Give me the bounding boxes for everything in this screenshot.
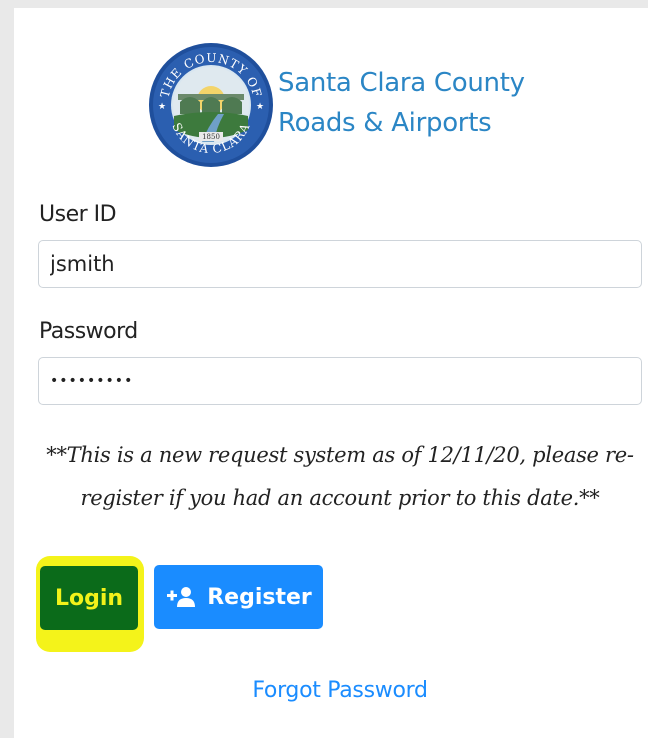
svg-text:★: ★: [256, 101, 264, 111]
brand-line-1: Santa Clara County: [278, 68, 525, 98]
svg-text:★: ★: [158, 101, 166, 111]
brand-title: Santa Clara County Roads & Airports: [278, 63, 525, 143]
notice-line-1: **This is a new request system as of 12/…: [46, 443, 634, 467]
register-button-label: Register: [207, 584, 312, 610]
register-button[interactable]: Register: [154, 565, 323, 629]
user-id-label: User ID: [39, 202, 117, 227]
brand-line-2: Roads & Airports: [278, 108, 492, 138]
notice-line-2: register if you had an account prior to …: [80, 486, 600, 510]
password-label: Password: [39, 319, 138, 344]
login-card: 1850 THE COUNTY OF SANTA CLARA ★ ★ Santa…: [14, 8, 648, 738]
svg-text:1850: 1850: [202, 133, 220, 141]
notice-text: **This is a new request system as of 12/…: [38, 434, 642, 520]
user-id-input[interactable]: [38, 240, 642, 288]
password-input[interactable]: •••••••••: [38, 357, 642, 405]
add-user-icon: [165, 585, 196, 609]
forgot-password-link[interactable]: Forgot Password: [38, 678, 642, 703]
brand-header: 1850 THE COUNTY OF SANTA CLARA ★ ★ Santa…: [148, 42, 525, 168]
county-seal-logo: 1850 THE COUNTY OF SANTA CLARA ★ ★: [148, 42, 274, 168]
login-button[interactable]: Login: [40, 566, 138, 630]
